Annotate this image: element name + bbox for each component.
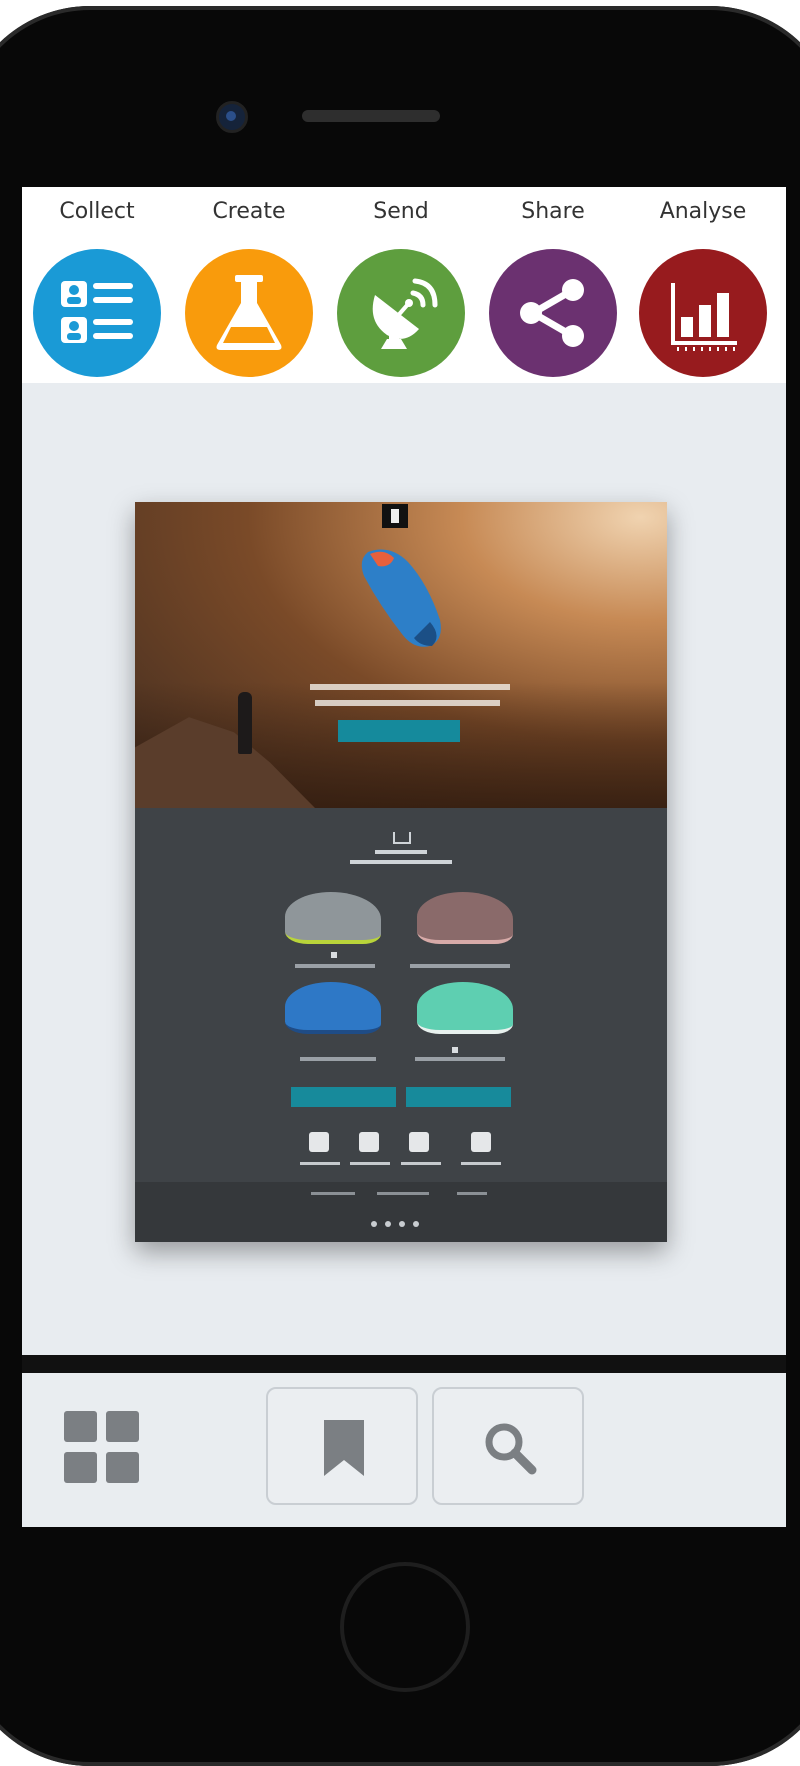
tool-label: Create bbox=[212, 199, 286, 224]
footer-link-line bbox=[311, 1192, 355, 1195]
hero-headline-line bbox=[310, 684, 510, 690]
workflow-toolbar: Collect Create Send Share Analyse bbox=[22, 187, 786, 383]
app-screen: Collect Create Send Share Analyse bbox=[22, 187, 786, 1527]
product-button bbox=[406, 1087, 511, 1107]
product-caption-line bbox=[300, 1057, 376, 1061]
hero-headline-line bbox=[315, 700, 500, 706]
email-template-thumbnail[interactable] bbox=[135, 502, 667, 1242]
hiker-figure bbox=[238, 692, 252, 754]
product-caption-line bbox=[295, 964, 375, 968]
share-icon-svg bbox=[520, 279, 584, 347]
product-shoe-blue bbox=[285, 982, 381, 1034]
hero-cta-button bbox=[338, 720, 460, 742]
flask-icon[interactable] bbox=[185, 249, 313, 377]
feature-caption-line bbox=[461, 1162, 501, 1165]
section-heading-line bbox=[375, 850, 427, 854]
share-icon[interactable] bbox=[489, 249, 617, 377]
tool-label: Collect bbox=[59, 199, 135, 224]
contact-list-icon-svg bbox=[61, 281, 133, 343]
tool-analyse[interactable]: Analyse bbox=[628, 187, 778, 383]
search-icon bbox=[485, 1423, 537, 1475]
home-button[interactable] bbox=[340, 1562, 470, 1692]
tool-label: Analyse bbox=[659, 199, 747, 224]
bookmark-button[interactable] bbox=[266, 1387, 418, 1505]
bottom-divider bbox=[22, 1355, 786, 1373]
tool-label: Send bbox=[373, 199, 429, 224]
hero-image bbox=[135, 502, 667, 808]
bookmark-icon bbox=[324, 1420, 364, 1476]
tool-send[interactable]: Send bbox=[326, 187, 476, 383]
product-shoe-mint bbox=[417, 982, 513, 1034]
lock-icon bbox=[309, 1132, 329, 1152]
product-badge bbox=[331, 952, 337, 958]
truck-icon bbox=[359, 1132, 379, 1152]
section-subheading-line bbox=[350, 860, 452, 864]
bar-chart-icon-svg bbox=[671, 283, 737, 351]
footer-link-line bbox=[457, 1192, 487, 1195]
card-icon bbox=[409, 1132, 429, 1152]
email-footer bbox=[135, 1182, 667, 1242]
tool-create[interactable]: Create bbox=[174, 187, 324, 383]
earpiece-speaker bbox=[302, 110, 440, 122]
bar-chart-icon[interactable] bbox=[639, 249, 767, 377]
footer-link-line bbox=[377, 1192, 429, 1195]
brand-logo-icon bbox=[382, 504, 408, 528]
product-caption-line bbox=[410, 964, 510, 968]
feature-caption-line bbox=[401, 1162, 441, 1165]
feature-caption-line bbox=[300, 1162, 340, 1165]
tool-collect[interactable]: Collect bbox=[22, 187, 172, 383]
social-icons bbox=[371, 1212, 431, 1227]
hero-shoe-icon bbox=[361, 549, 441, 647]
tool-share[interactable]: Share bbox=[478, 187, 628, 383]
section-home-icon bbox=[393, 832, 411, 844]
product-badge bbox=[452, 1047, 458, 1053]
search-button[interactable] bbox=[432, 1387, 584, 1505]
feature-caption-line bbox=[350, 1162, 390, 1165]
bottom-toolbar bbox=[26, 1373, 786, 1527]
email-preview-area bbox=[22, 383, 786, 1355]
satellite-dish-icon-svg bbox=[372, 278, 438, 349]
product-shoe-grey bbox=[285, 892, 381, 944]
flask-icon-svg bbox=[216, 275, 282, 350]
contact-list-icon[interactable] bbox=[33, 249, 161, 377]
checklist-icon bbox=[471, 1132, 491, 1152]
product-caption-line bbox=[415, 1057, 505, 1061]
grid-icon[interactable] bbox=[64, 1411, 140, 1483]
tool-label: Share bbox=[521, 199, 585, 224]
cliff-rock bbox=[135, 717, 315, 808]
front-camera bbox=[216, 101, 248, 133]
product-shoe-pink bbox=[417, 892, 513, 944]
satellite-dish-icon[interactable] bbox=[337, 249, 465, 377]
product-button bbox=[291, 1087, 396, 1107]
